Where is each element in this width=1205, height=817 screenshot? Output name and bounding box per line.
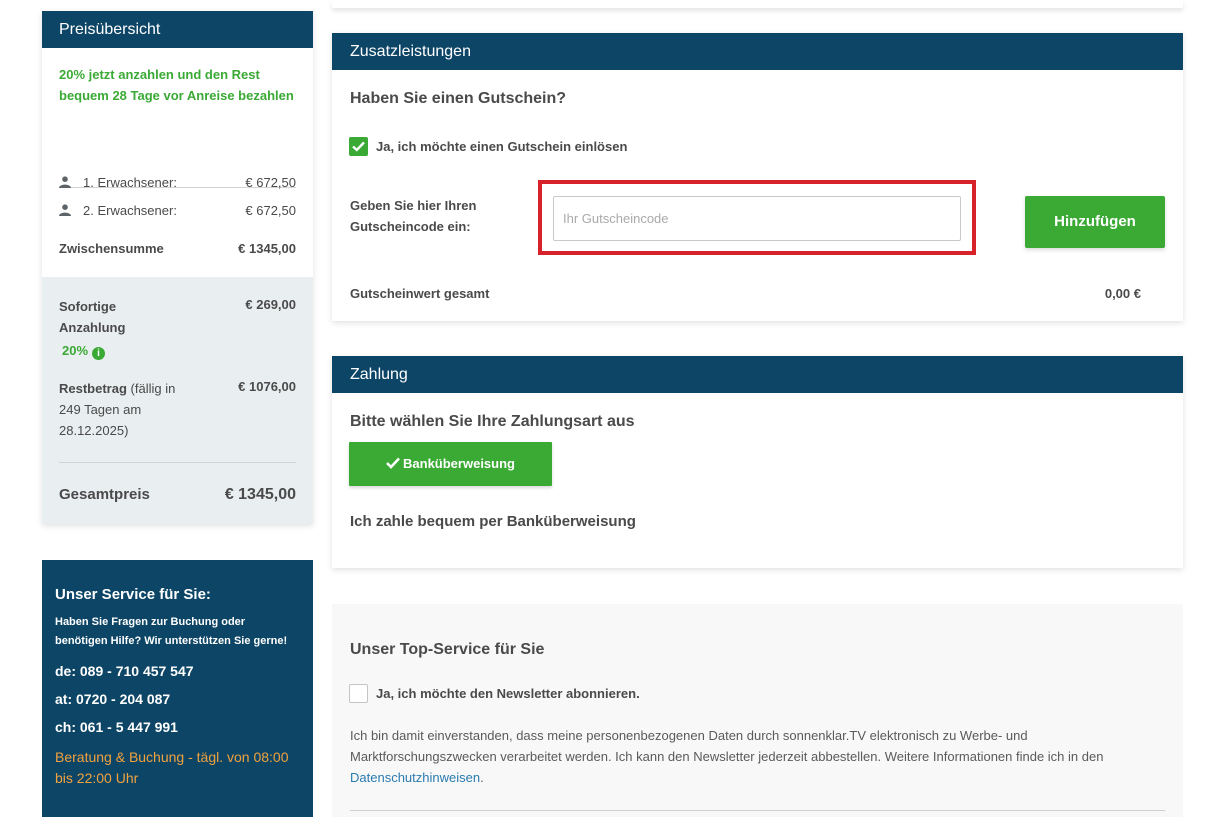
extras-header: Zusatzleistungen (332, 33, 1183, 70)
adult-price: € 672,50 (245, 175, 296, 190)
newsletter-checkbox[interactable] (349, 684, 368, 703)
voucher-total-label: Gutscheinwert gesamt (350, 286, 490, 301)
rest-label: Restbetrag (fällig in 249 Tagen am 28.12… (59, 381, 176, 438)
check-icon (386, 457, 400, 469)
divider (59, 462, 296, 463)
service-title: Unser Service für Sie: (55, 586, 211, 603)
phone-ch[interactable]: ch: 061 - 5 447 991 (55, 713, 300, 741)
add-voucher-button[interactable]: Hinzufügen (1025, 196, 1165, 248)
total-row: Gesamtpreis € 1345,00 (59, 486, 296, 503)
total-label: Gesamtpreis (59, 486, 150, 503)
person-icon (59, 204, 71, 216)
adult-row-1: 1. Erwachsener: € 672,50 (59, 175, 296, 190)
deposit-label: Sofortige Anzahlung (59, 299, 126, 335)
subtotal-value: € 1345,00 (238, 241, 296, 256)
deposit-percent-row: 20% i (62, 343, 296, 360)
divider (350, 810, 1165, 811)
payment-panel: Zahlung Bitte wählen Sie Ihre Zahlungsar… (332, 356, 1183, 568)
newsletter-checkbox-label[interactable]: Ja, ich möchte den Newsletter abonnieren… (376, 686, 640, 701)
voucher-checkbox[interactable] (349, 137, 368, 156)
deposit-value: € 269,00 (245, 297, 296, 312)
payment-breakdown: Sofortige Anzahlung € 269,00 20% i Restbe… (42, 277, 313, 524)
phone-de[interactable]: de: 089 - 710 457 547 (55, 657, 300, 685)
price-overview-title: Preisübersicht (42, 11, 313, 48)
payment-method-description: Ich zahle bequem per Banküberweisung (350, 513, 636, 530)
service-description: Haben Sie Fragen zur Buchung oder benöti… (55, 616, 288, 647)
adult-label: 1. Erwachsener: (83, 175, 177, 190)
check-icon (352, 141, 365, 152)
adult-price: € 672,50 (245, 203, 296, 218)
payment-header: Zahlung (332, 356, 1183, 393)
voucher-code-input[interactable] (553, 196, 961, 241)
top-service-title: Unser Top-Service für Sie (350, 641, 545, 658)
subtotal-row: Zwischensumme € 1345,00 (59, 241, 296, 256)
service-box: Unser Service für Sie: Haben Sie Fragen … (42, 560, 313, 817)
bank-transfer-button[interactable]: Banküberweisung (349, 442, 552, 486)
subtotal-label: Zwischensumme (59, 241, 164, 256)
deposit-percent: 20% (62, 343, 89, 358)
adult-label: 2. Erwachsener: (83, 203, 177, 218)
voucher-checkbox-label[interactable]: Ja, ich möchte einen Gutschein einlösen (376, 139, 627, 154)
promo-text: 20% jetzt anzahlen und den Rest bequem 2… (59, 67, 294, 103)
voucher-field-label: Geben Sie hier Ihren Gutscheincode ein: (350, 198, 477, 234)
total-value: € 1345,00 (224, 486, 296, 503)
previous-panel-edge (332, 0, 1183, 8)
person-icon (59, 176, 71, 188)
bank-transfer-label: Banküberweisung (403, 456, 515, 471)
phone-at[interactable]: at: 0720 - 204 087 (55, 685, 300, 713)
voucher-question: Haben Sie einen Gutschein? (350, 90, 567, 107)
info-icon[interactable]: i (92, 347, 106, 360)
extras-panel: Zusatzleistungen Haben Sie einen Gutsche… (332, 33, 1183, 321)
adult-row-2: 2. Erwachsener: € 672,50 (59, 203, 296, 218)
consent-text: Ich bin damit einverstanden, dass meine … (350, 728, 1104, 785)
privacy-link[interactable]: Datenschutzhinweisen (350, 770, 480, 785)
rest-row: Restbetrag (fällig in 249 Tagen am 28.12… (59, 378, 296, 441)
voucher-total-value: 0,00 € (1104, 286, 1141, 301)
rest-value: € 1076,00 (238, 379, 296, 394)
price-overview-card: Preisübersicht 20% jetzt anzahlen und de… (42, 11, 313, 524)
payment-prompt: Bitte wählen Sie Ihre Zahlungsart aus (350, 413, 635, 430)
service-hours: Beratung & Buchung - tägl. von 08:00 bis… (55, 749, 289, 786)
deposit-row: Sofortige Anzahlung € 269,00 (59, 296, 296, 338)
top-service-panel: Unser Top-Service für Sie Ja, ich möchte… (332, 604, 1183, 817)
